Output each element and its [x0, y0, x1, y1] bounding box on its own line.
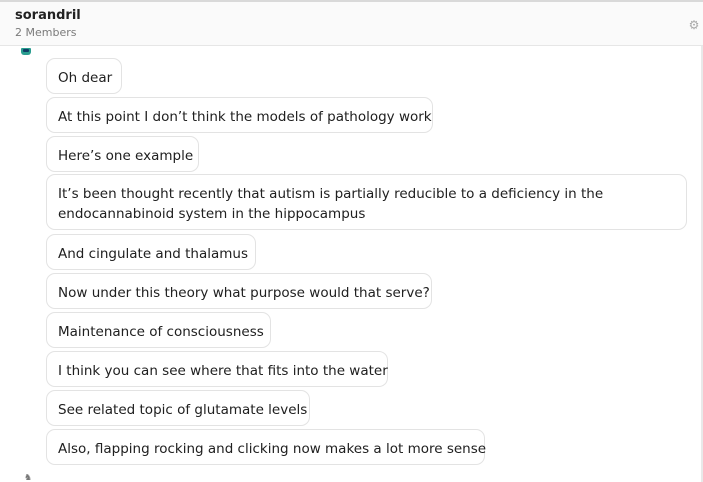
message-bubble: Oh dear	[46, 58, 122, 94]
member-count: 2 Members	[15, 26, 77, 39]
message-bubble: And cingulate and thalamus	[46, 234, 256, 270]
message-bubble: I think you can see where that fits into…	[46, 351, 388, 387]
chat-title: sorandril	[15, 8, 81, 23]
chat-window: sorandril 2 Members ⚙ Oh dear At this po…	[0, 0, 703, 482]
message-bubble: Maintenance of consciousness	[46, 312, 271, 348]
message-bubble: Also, flapping rocking and clicking now …	[46, 429, 486, 465]
avatar[interactable]	[21, 48, 31, 55]
chat-header: sorandril 2 Members ⚙	[0, 2, 703, 46]
message-bubble: Now under this theory what purpose would…	[46, 273, 432, 309]
avatar[interactable]: ♞	[24, 474, 36, 482]
message-bubble: At this point I don’t think the models o…	[46, 97, 433, 133]
message-bubble: It’s been thought recently that autism i…	[46, 174, 687, 230]
gear-icon[interactable]: ⚙	[688, 19, 700, 31]
message-bubble: See related topic of glutamate levels	[46, 390, 310, 426]
message-bubble: Here’s one example	[46, 136, 199, 172]
